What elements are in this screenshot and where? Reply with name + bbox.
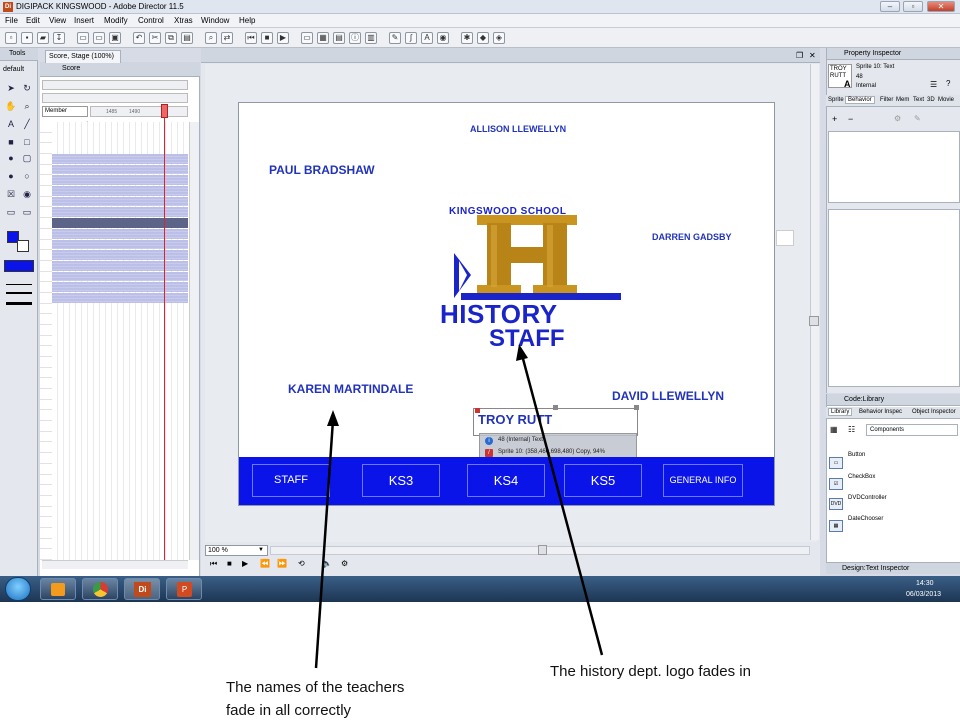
annotation-teachers-line1: The names of the teachers: [226, 679, 405, 696]
annotation-teachers-line2: fade in all correctly: [226, 702, 352, 719]
annotation-arrows: [314, 344, 604, 669]
arrowhead-teachers: [327, 410, 339, 426]
arrow-to-teacher-names: [314, 419, 335, 669]
arrow-to-history-logo: [520, 354, 604, 656]
arrowhead-logo: [516, 344, 528, 361]
annotation-logo: The history dept. logo fades in: [550, 663, 751, 680]
